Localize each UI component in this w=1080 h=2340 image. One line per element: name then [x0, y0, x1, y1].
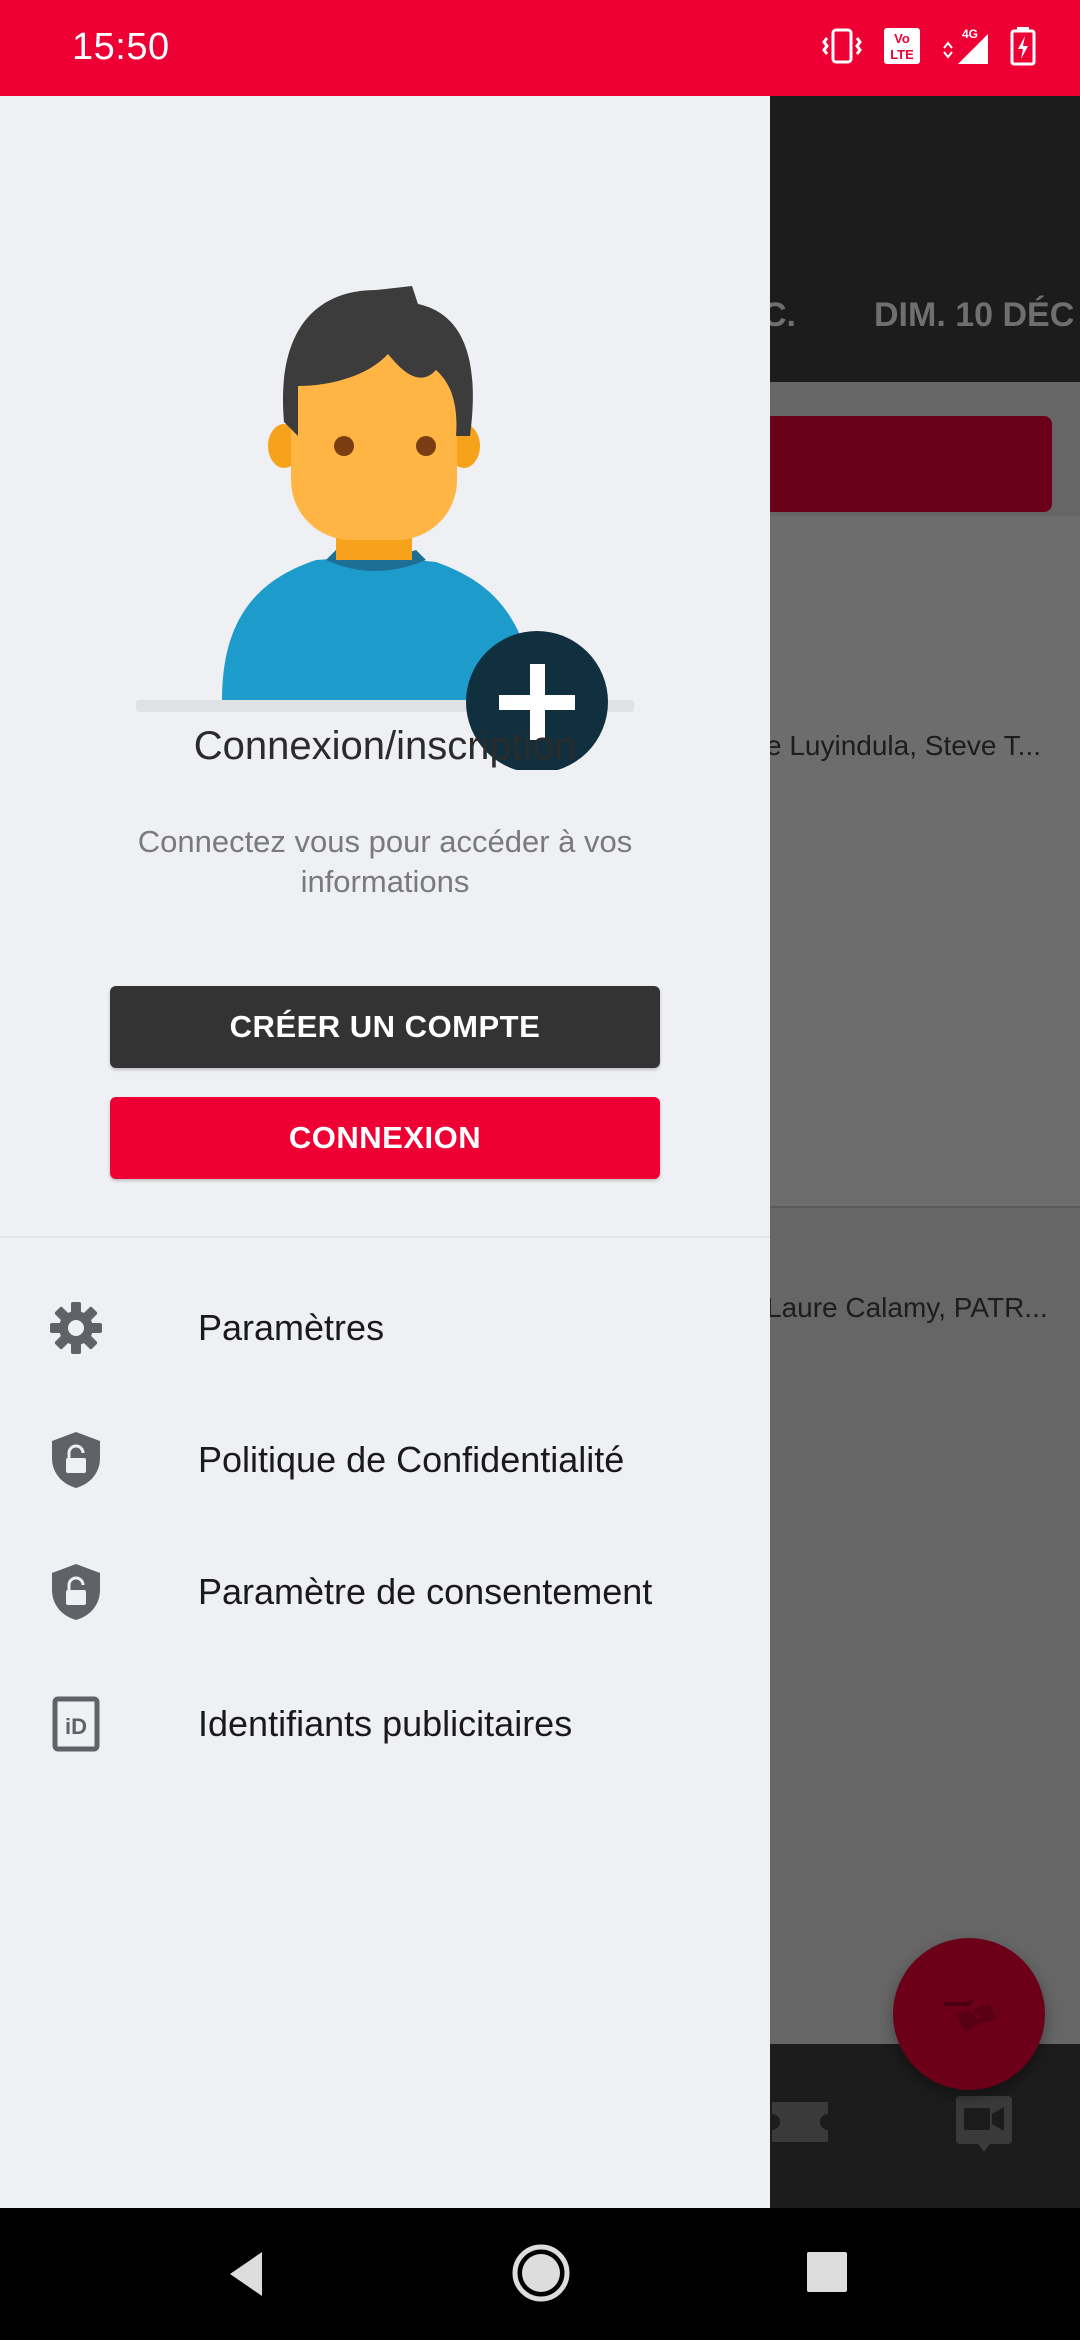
floating-action-button[interactable]: [893, 1938, 1045, 2090]
avatar[interactable]: [136, 190, 636, 770]
background-card[interactable]: [740, 516, 1080, 1206]
svg-text:4G: 4G: [962, 27, 978, 41]
status-bar: 15:50 Vo LTE 4G: [0, 0, 1080, 96]
background-cast-1: e Luyindula, Steve T...: [766, 730, 1041, 761]
menu-item-settings[interactable]: Paramètres: [0, 1268, 770, 1388]
navigation-drawer: Connexion/inscription Connectez vous pou…: [0, 96, 770, 2208]
recents-icon[interactable]: [805, 2250, 849, 2294]
status-time: 15:50: [72, 26, 170, 68]
menu-item-label: Paramètre de consentement: [198, 1571, 653, 1612]
svg-text:LTE: LTE: [890, 47, 914, 62]
vibrate-icon: [822, 28, 862, 64]
login-button[interactable]: CONNEXION: [110, 1097, 660, 1179]
background-cast-2: Laure Calamy, PATR...: [766, 1292, 1048, 1323]
create-account-button[interactable]: CRÉER UN COMPTE: [110, 986, 660, 1068]
background-tab-2[interactable]: DIM. 10 DÉC: [874, 296, 1074, 335]
battery-charging-icon: [1010, 27, 1036, 66]
svg-text:Vo: Vo: [894, 31, 910, 46]
signal-4g-icon: 4G: [943, 27, 988, 64]
login-subtitle: Connectez vous pour accéder à vos inform…: [137, 824, 633, 899]
volte-icon: Vo LTE: [884, 28, 920, 64]
background-divider: [740, 1206, 1080, 1208]
svg-text:iD: iD: [65, 1714, 87, 1739]
ticket-icon[interactable]: [768, 2094, 832, 2150]
menu-item-consent-settings[interactable]: Paramètre de consentement: [0, 1532, 770, 1652]
login-title: Connexion/inscription: [193, 724, 577, 768]
status-icons: Vo LTE 4G: [820, 24, 1036, 68]
back-icon[interactable]: [222, 2244, 272, 2304]
id-card-icon: iD: [46, 1694, 106, 1754]
background-banner[interactable]: [740, 416, 1052, 512]
system-nav-bar: [0, 2208, 1080, 2340]
shield-lock-icon: [46, 1562, 106, 1622]
menu-item-ad-identifiers[interactable]: iD Identifiants publicitaires: [0, 1664, 770, 1784]
menu-item-privacy-policy[interactable]: Politique de Confidentialité: [0, 1400, 770, 1520]
shield-lock-icon: [46, 1430, 106, 1490]
home-icon[interactable]: [510, 2242, 572, 2304]
gear-icon: [46, 1298, 106, 1358]
ticket-arrow-icon: [944, 1998, 996, 2032]
menu-item-label: Identifiants publicitaires: [198, 1703, 573, 1744]
video-camera-icon[interactable]: [952, 2090, 1016, 2154]
menu-item-label: Paramètres: [198, 1307, 385, 1348]
drawer-divider: [0, 1236, 770, 1238]
menu-item-label: Politique de Confidentialité: [198, 1439, 625, 1480]
